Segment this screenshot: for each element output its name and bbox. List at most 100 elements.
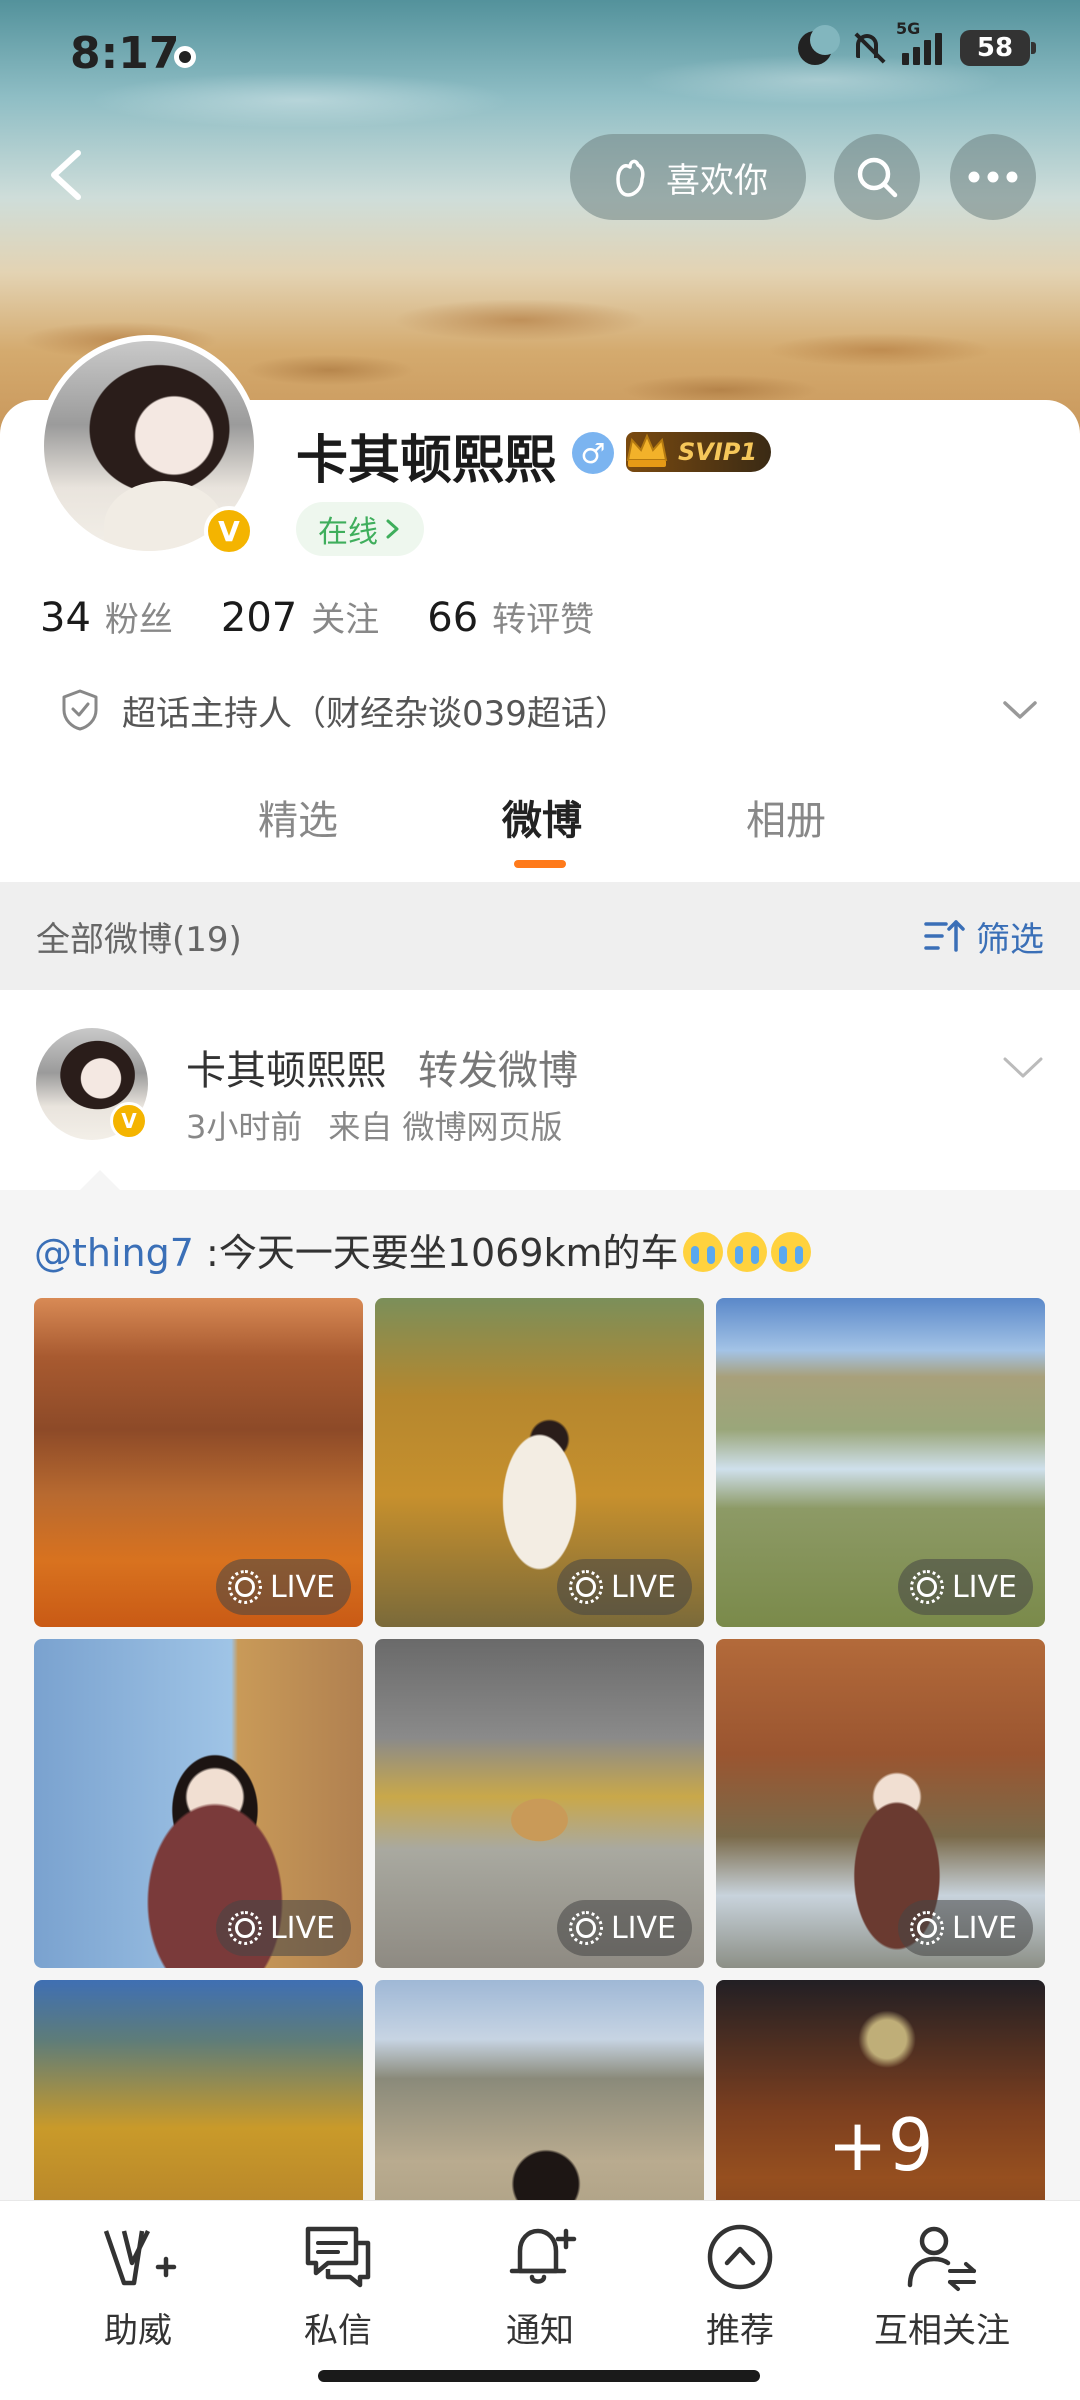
- hand-heart-icon: [616, 159, 645, 197]
- profile-tabs: 精选 微博 相册: [0, 780, 1080, 880]
- mutual-follow-label: 互相关注: [874, 2311, 1010, 2351]
- chat-bubble-icon: [305, 2226, 371, 2288]
- mutual-follow-button[interactable]: 互相关注: [842, 2219, 1042, 2352]
- stat-value: 34: [40, 595, 91, 641]
- recommend-label: 推荐: [706, 2311, 774, 2351]
- user-exchange-icon: [907, 2226, 976, 2291]
- reposted-content[interactable]: @thing7 :今天一天要坐1069km的车 LIVE LIVE LIVE L…: [0, 1170, 1080, 2309]
- repost-text: @thing7 :今天一天要坐1069km的车: [34, 1222, 811, 1277]
- more-dots-icon: [968, 171, 1018, 183]
- live-label: LIVE: [951, 1569, 1017, 1605]
- back-button[interactable]: [36, 145, 96, 205]
- svip-badge[interactable]: SVIP1: [626, 432, 772, 472]
- tab-album[interactable]: 相册: [746, 788, 826, 846]
- live-photo-badge: LIVE: [215, 1559, 351, 1615]
- repost-body: :今天一天要坐1069km的车: [193, 1231, 679, 1275]
- stat-followers[interactable]: 34 粉丝: [40, 592, 173, 641]
- photo-thumbnail[interactable]: LIVE: [34, 1298, 363, 1627]
- recommend-button[interactable]: 推荐: [640, 2219, 840, 2352]
- verified-badge-icon: V: [110, 1102, 148, 1140]
- post-meta: 3小时前 来自 微博网页版: [186, 1102, 563, 1148]
- status-bar: 8:17 5G 58: [0, 0, 1080, 110]
- profile-stats: 34 粉丝 207 关注 66 转评赞: [40, 592, 594, 641]
- battery-indicator: 58: [960, 30, 1036, 66]
- cheer-v-plus-icon: [103, 2229, 177, 2286]
- cheer-button[interactable]: 助威: [38, 2219, 238, 2352]
- notify-button[interactable]: 通知: [440, 2219, 640, 2352]
- crown-icon: [626, 433, 668, 467]
- live-label: LIVE: [610, 1569, 676, 1605]
- live-photo-badge: LIVE: [556, 1900, 692, 1956]
- live-photo-badge: LIVE: [556, 1559, 692, 1615]
- filter-label: 筛选: [976, 919, 1044, 960]
- post-count-label: 全部微博(19): [36, 919, 242, 960]
- stat-label: 关注: [311, 600, 380, 640]
- live-photo-icon: [909, 1911, 944, 1945]
- host-text: 超话主持人（财经杂谈039超话）: [122, 693, 629, 734]
- post-action-label: 转发微博: [418, 1048, 578, 1094]
- stat-label: 转评赞: [492, 600, 595, 640]
- search-icon: [857, 157, 898, 198]
- tab-featured[interactable]: 精选: [258, 788, 338, 846]
- filter-button[interactable]: 筛选: [924, 912, 1044, 961]
- crying-emoji-icon: [726, 1232, 767, 1272]
- like-you-button[interactable]: 喜欢你: [570, 134, 806, 220]
- photo-grid: LIVE LIVE LIVE LIVE LIVE LIVE +9: [34, 1298, 1046, 2309]
- live-photo-icon: [568, 1911, 603, 1945]
- status-icons: 5G 58: [798, 19, 1036, 66]
- live-label: LIVE: [610, 1910, 676, 1946]
- live-photo-badge: LIVE: [897, 1900, 1033, 1956]
- photo-thumbnail[interactable]: LIVE: [716, 1298, 1045, 1627]
- live-photo-icon: [227, 1911, 262, 1945]
- stat-value: 207: [220, 595, 298, 641]
- like-you-label: 喜欢你: [666, 160, 768, 201]
- live-photo-badge: LIVE: [897, 1559, 1033, 1615]
- more-options-button[interactable]: [950, 134, 1036, 220]
- post-list-header: 全部微博(19) 筛选: [0, 882, 1080, 990]
- notify-label: 通知: [506, 2311, 574, 2351]
- shield-check-icon: [62, 689, 98, 731]
- stat-following[interactable]: 207 关注: [221, 592, 379, 641]
- do-not-disturb-icon: [798, 25, 840, 65]
- bell-muted-icon: [850, 30, 886, 66]
- male-gender-icon: ♂: [572, 432, 614, 474]
- photo-thumbnail[interactable]: LIVE: [34, 1639, 363, 1968]
- tab-weibo[interactable]: 微博: [502, 788, 582, 846]
- post-source: 来自 微博网页版: [328, 1108, 563, 1146]
- cheer-label: 助威: [104, 2311, 172, 2351]
- signal-icon: 5G: [896, 19, 942, 65]
- photo-thumbnail[interactable]: LIVE: [716, 1639, 1045, 1968]
- live-photo-badge: LIVE: [215, 1900, 351, 1956]
- user-mention-link[interactable]: @thing7: [34, 1231, 194, 1275]
- chevron-down-icon: [1003, 701, 1037, 719]
- stat-label: 粉丝: [104, 600, 173, 640]
- chevron-right-icon: [386, 519, 399, 539]
- post-header: V 卡其顿熙熙 转发微博 3小时前 来自 微博网页版: [0, 990, 1080, 1190]
- post-author-name[interactable]: 卡其顿熙熙: [186, 1038, 386, 1096]
- super-topic-host-row[interactable]: 超话主持人（财经杂谈039超话）: [60, 680, 1040, 740]
- bell-plus-icon: [509, 2228, 577, 2284]
- chevron-up-circle-icon: [707, 2224, 773, 2290]
- message-button[interactable]: 私信: [238, 2219, 438, 2352]
- live-label: LIVE: [269, 1569, 335, 1605]
- chevron-down-icon[interactable]: [1000, 1050, 1046, 1084]
- crying-emoji-icon: [770, 1232, 811, 1272]
- stat-interactions[interactable]: 66 转评赞: [427, 592, 594, 641]
- notification-dot-icon: [174, 46, 196, 68]
- filter-sort-icon: [924, 920, 965, 952]
- verified-badge-icon: V: [204, 506, 254, 556]
- home-indicator[interactable]: [318, 2370, 760, 2382]
- online-label: 在线: [318, 515, 378, 550]
- crying-emoji-icon: [682, 1232, 723, 1272]
- live-photo-icon: [909, 1570, 944, 1604]
- post-time: 3小时前: [186, 1108, 303, 1146]
- message-label: 私信: [304, 2311, 372, 2351]
- online-status-button[interactable]: 在线: [296, 502, 424, 556]
- network-type: 5G: [896, 19, 921, 38]
- photo-thumbnail[interactable]: LIVE: [375, 1298, 704, 1627]
- live-label: LIVE: [951, 1910, 1017, 1946]
- svip-label: SVIP1: [678, 438, 758, 466]
- photo-thumbnail[interactable]: LIVE: [375, 1639, 704, 1968]
- search-button[interactable]: [834, 134, 920, 220]
- live-label: LIVE: [269, 1910, 335, 1946]
